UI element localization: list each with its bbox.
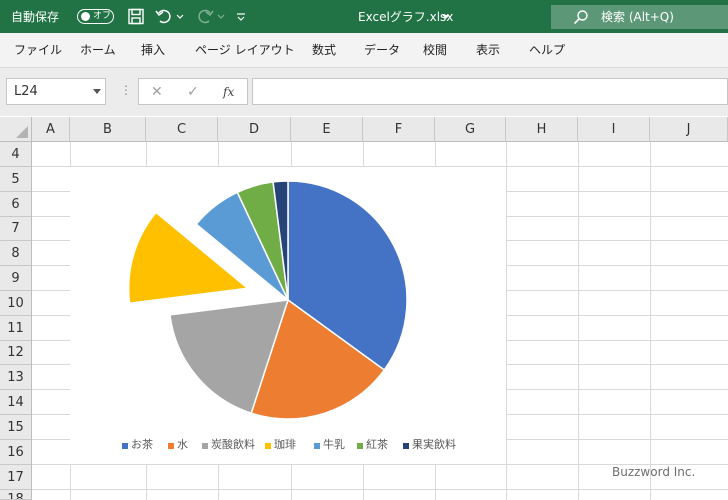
tab-insert[interactable]: 挿入 [141, 42, 165, 58]
select-all-triangle-icon [16, 126, 28, 138]
column-header-b[interactable]: B [70, 117, 146, 142]
legend-swatch [122, 443, 128, 449]
select-all-button[interactable] [0, 117, 32, 142]
customize-quick-access-icon[interactable] [235, 8, 247, 25]
tab-help[interactable]: ヘルプ [529, 42, 565, 58]
legend-swatch [168, 443, 174, 449]
column-header-d[interactable]: D [218, 117, 291, 142]
filename-dropdown-icon[interactable] [441, 8, 451, 25]
row-header-13[interactable]: 13 [0, 365, 32, 390]
watermark: Buzzword Inc. [612, 465, 696, 479]
legend-item[interactable]: 水 [177, 438, 188, 452]
tab-review[interactable]: 校閲 [423, 42, 447, 58]
column-header-j[interactable]: J [650, 117, 728, 142]
pie-chart[interactable] [70, 167, 506, 437]
legend-item[interactable]: お茶 [131, 438, 153, 452]
name-box[interactable]: L24 [6, 78, 106, 105]
toggle-knob [81, 12, 90, 21]
search-icon [573, 10, 588, 25]
row-header-7[interactable]: 7 [0, 217, 32, 241]
column-header-g[interactable]: G [435, 117, 506, 142]
row-header-4[interactable]: 4 [0, 142, 32, 167]
column-header-a[interactable]: A [32, 117, 70, 142]
tab-formulas[interactable]: 数式 [312, 42, 336, 58]
legend-item[interactable]: 果実飲料 [412, 438, 456, 452]
search-label: 検索 (Alt+Q) [601, 10, 674, 24]
redo-icon[interactable] [196, 8, 214, 25]
formula-input[interactable] [252, 78, 728, 105]
row-header-11[interactable]: 11 [0, 316, 32, 341]
row-header-14[interactable]: 14 [0, 390, 32, 415]
formula-buttons: ✕ ✓ fx [138, 78, 248, 105]
tab-data[interactable]: データ [364, 42, 400, 58]
row-header-17[interactable]: 17 [0, 465, 32, 490]
file-name[interactable]: Excelグラフ.xlsx [358, 9, 453, 25]
column-header-f[interactable]: F [363, 117, 435, 142]
legend-swatch [357, 443, 363, 449]
autosave-label: 自動保存 [11, 10, 60, 24]
cancel-icon[interactable]: ✕ [151, 83, 163, 101]
tab-page-layout[interactable]: ページ レイアウト [195, 42, 295, 58]
tab-home[interactable]: ホーム [80, 42, 116, 58]
more-options-icon[interactable]: ⋮ [120, 82, 132, 98]
row-header-5[interactable]: 5 [0, 167, 32, 192]
redo-dropdown-icon[interactable] [216, 8, 226, 25]
row-header-16[interactable]: 16 [0, 440, 32, 465]
row-header-18[interactable]: 18 [0, 490, 32, 500]
name-box-value: L24 [14, 84, 38, 99]
legend-swatch [403, 443, 409, 449]
row-header-10[interactable]: 10 [0, 291, 32, 316]
legend-item[interactable]: 珈琲 [274, 438, 296, 452]
chevron-down-icon[interactable] [93, 89, 101, 94]
enter-icon[interactable]: ✓ [187, 83, 199, 101]
legend-item[interactable]: 牛乳 [323, 438, 345, 452]
row-header-8[interactable]: 8 [0, 241, 32, 266]
title-bar: 自動保存 オフ Excelグラフ.xlsx 検索 (Alt+Q) [0, 0, 728, 33]
column-header-i[interactable]: I [578, 117, 650, 142]
column-header-h[interactable]: H [506, 117, 578, 142]
column-header-c[interactable]: C [146, 117, 218, 142]
row-header-12[interactable]: 12 [0, 341, 32, 365]
row-header-6[interactable]: 6 [0, 192, 32, 217]
tab-file[interactable]: ファイル [14, 42, 62, 58]
search-box[interactable]: 検索 (Alt+Q) [551, 5, 728, 29]
ribbon-tabs: ファイル ホーム 挿入 ページ レイアウト 数式 データ 校閲 表示 ヘルプ [0, 33, 728, 67]
undo-dropdown-icon[interactable] [175, 8, 185, 25]
insert-function-icon[interactable]: fx [223, 83, 234, 101]
legend-swatch [265, 443, 271, 449]
toggle-state: オフ [93, 11, 112, 21]
legend-item[interactable]: 炭酸飲料 [211, 438, 255, 452]
row-header-9[interactable]: 9 [0, 266, 32, 291]
undo-icon[interactable] [155, 8, 173, 25]
legend-item[interactable]: 紅茶 [366, 438, 388, 452]
legend-swatch [314, 443, 320, 449]
autosave-toggle[interactable]: オフ [77, 9, 114, 24]
tab-view[interactable]: 表示 [476, 42, 500, 58]
legend-swatch [202, 443, 208, 449]
row-header-15[interactable]: 15 [0, 415, 32, 440]
save-icon[interactable] [127, 8, 145, 25]
column-header-e[interactable]: E [291, 117, 363, 142]
